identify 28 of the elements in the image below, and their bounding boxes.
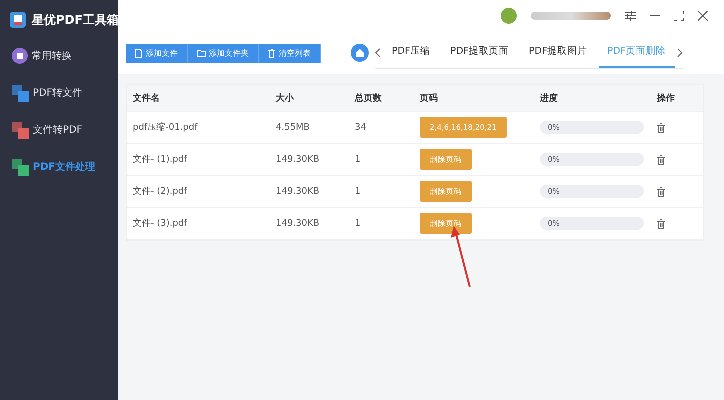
file-size: 4.55MB	[276, 122, 311, 132]
column-header: 大小	[276, 92, 295, 104]
page-count: 1	[355, 218, 362, 228]
tab[interactable]: PDF页面删除	[598, 37, 676, 68]
page-count: 34	[355, 122, 368, 132]
page-count: 1	[355, 186, 362, 196]
tab[interactable]: PDF提取图片	[520, 37, 597, 68]
sidebar-item[interactable]: PDF文件处理	[0, 155, 118, 179]
tab[interactable]: PDF压缩	[383, 37, 440, 68]
file-name: pdf压缩-01.pdf	[133, 122, 199, 134]
column-header: 页码	[420, 92, 439, 104]
page-count: 1	[355, 154, 362, 164]
file-name: 文件- (3).pdf	[133, 218, 188, 230]
column-header: 文件名	[133, 92, 161, 104]
column-header: 进度	[540, 92, 559, 104]
file-size: 149.30KB	[276, 218, 321, 228]
app-title: 星优PDF工具箱	[32, 12, 119, 28]
sidebar-item[interactable]: 文件转PDF	[0, 118, 118, 142]
column-header: 总页数	[355, 92, 383, 104]
file-size: 149.30KB	[276, 154, 321, 164]
sidebar-item[interactable]: 常用转换	[0, 44, 118, 68]
toolbar-button[interactable]: 添加文件	[126, 44, 188, 62]
column-header: 操作	[657, 92, 676, 104]
sidebar-item[interactable]: PDF转文件	[0, 81, 118, 105]
tab[interactable]: PDF提取页面	[442, 37, 518, 68]
file-name: 文件- (1).pdf	[133, 154, 188, 166]
file-name: 文件- (2).pdf	[133, 186, 188, 198]
file-size: 149.30KB	[276, 186, 321, 196]
